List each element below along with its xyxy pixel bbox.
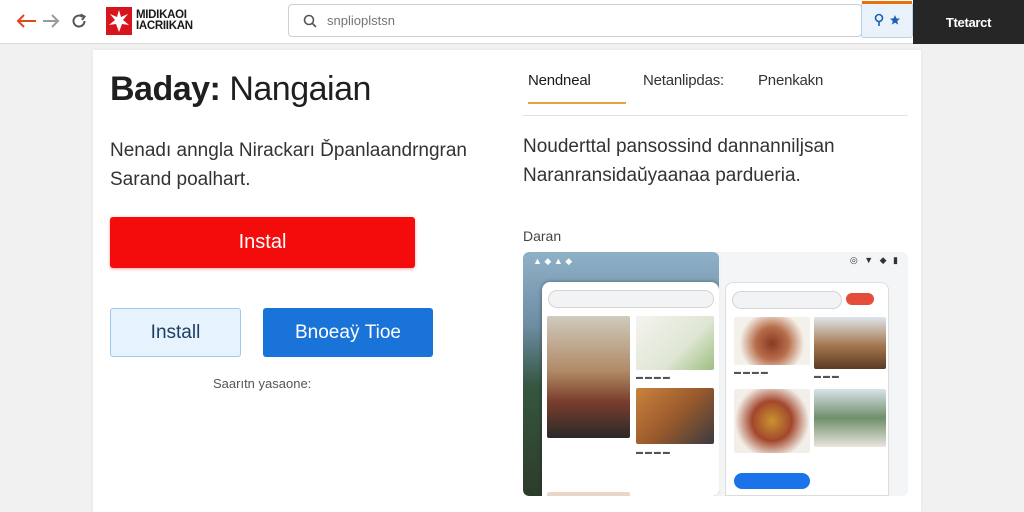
- phone-screen: ▬ ▬ ▬ ▬ ▬ ▬ ▬: [725, 282, 889, 496]
- cell-caption: ▬ ▬ ▬ ▬: [636, 449, 670, 456]
- page-title: Baday: Nangaian: [110, 70, 371, 109]
- extension-button[interactable]: [861, 1, 913, 38]
- tab-label: Nendneal: [528, 72, 591, 89]
- install-caption: Saarıtn yasaone:: [213, 376, 312, 391]
- cell-caption: ▬ ▬ ▬: [814, 373, 839, 380]
- star-icon: [890, 15, 900, 25]
- search-icon: [303, 14, 317, 28]
- detail-description: Nouderttal pansossind dannanniljsan Nara…: [523, 136, 835, 186]
- app-search-bar: [732, 291, 842, 309]
- screenshots-label: Daran: [523, 228, 562, 244]
- brand-line-2: IACRIIKAN: [136, 20, 193, 32]
- extension-icon: [874, 13, 884, 26]
- photo-landscape: [814, 389, 886, 447]
- tab-details[interactable]: Netanlipdas:: [643, 72, 724, 100]
- account-button[interactable]: Ttetarct: [913, 0, 1024, 44]
- photo-tools: [636, 388, 714, 444]
- detail-tabs: Nendneal Netanlipdas: Pnenkakn: [522, 68, 908, 116]
- title-part-1: Baday:: [110, 70, 221, 108]
- reload-icon[interactable]: [66, 8, 92, 34]
- status-bar-icons: ◎ ▼ ◆ ▮: [849, 255, 900, 265]
- brand-logo[interactable]: MIDIKAOI IACRIIKAN: [106, 5, 206, 37]
- photo-dish: [734, 389, 810, 453]
- cell-caption: ▬ ▬ ▬ ▬: [636, 374, 670, 381]
- browser-toolbar: MIDIKAOI IACRIIKAN Ttetarct: [0, 0, 1024, 44]
- action-chip: [734, 473, 810, 489]
- photo-plant: [636, 316, 714, 370]
- address-bar[interactable]: [288, 4, 862, 37]
- photo-shrine: [814, 317, 886, 369]
- install-button[interactable]: Instal: [110, 217, 415, 268]
- blue-action-button[interactable]: Bnoeaӱ Tioe: [263, 308, 433, 357]
- photo-food: [734, 317, 810, 365]
- app-search-bar: [548, 290, 714, 308]
- brand-mark-icon: [106, 7, 132, 35]
- phone-screen: ▬ ▬ ▬ ▬ ▬ ▬ ▬ ▬: [542, 282, 719, 496]
- tab-overview[interactable]: Nendneal: [528, 72, 626, 104]
- address-input[interactable]: [327, 13, 827, 28]
- tab-label: Netanlipdas:: [643, 72, 724, 89]
- screenshot-2[interactable]: ◎ ▼ ◆ ▮ ▬ ▬ ▬ ▬ ▬ ▬ ▬: [721, 252, 908, 496]
- blue-button-label: Bnoeaӱ Tioe: [295, 321, 401, 343]
- photo-portrait: [547, 492, 630, 496]
- screenshot-gallery[interactable]: ▲ ◆ ▲ ◆ ▬ ▬ ▬ ▬ ▬ ▬ ▬ ▬ ◎ ▼ ◆ ▮ ▬ ▬ ▬ ▬ …: [523, 252, 908, 496]
- tab-permissions[interactable]: Pnenkakn: [758, 72, 823, 100]
- status-bar-icons: ▲ ◆ ▲ ◆: [533, 256, 573, 266]
- title-part-2: Nangaian: [229, 70, 371, 108]
- photo-person: [547, 316, 630, 438]
- brand-name: MIDIKAOI IACRIIKAN: [136, 9, 193, 32]
- tab-label: Pnenkakn: [758, 72, 824, 89]
- screenshot-1[interactable]: ▲ ◆ ▲ ◆ ▬ ▬ ▬ ▬ ▬ ▬ ▬ ▬: [523, 252, 719, 496]
- active-tab-indicator: [528, 102, 626, 104]
- search-chip: [846, 293, 874, 305]
- install-secondary-button[interactable]: Install: [110, 308, 241, 357]
- cell-caption: ▬ ▬ ▬ ▬: [734, 369, 768, 376]
- app-description: Nenadı anngla Nirackarı Ďpanlaandrngran …: [110, 140, 468, 190]
- back-arrow-icon[interactable]: [14, 8, 40, 34]
- forward-arrow-icon[interactable]: [38, 8, 64, 34]
